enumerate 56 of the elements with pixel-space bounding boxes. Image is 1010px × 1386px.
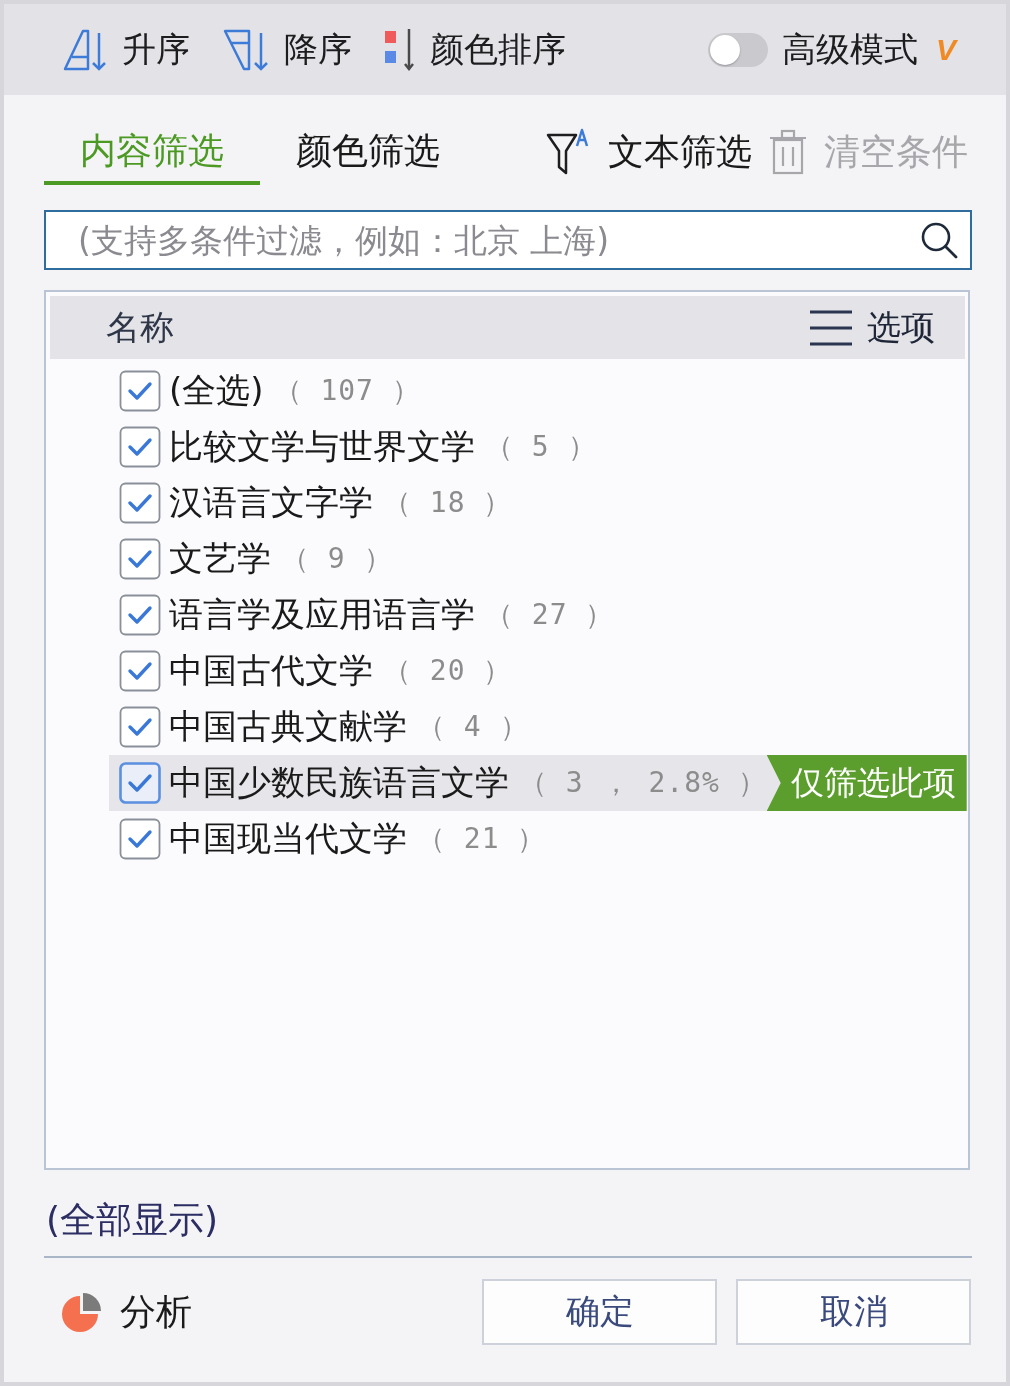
color-sort-button[interactable]: 颜色排序 xyxy=(384,26,566,73)
search-field[interactable]: (支持多条件过滤，例如：北京 上海) xyxy=(44,210,972,270)
descending-sort-button[interactable]: 降序 xyxy=(222,26,352,73)
analysis-button[interactable]: 分析 xyxy=(60,1287,192,1337)
list-row[interactable]: (全选) （ 107 ） xyxy=(109,363,965,419)
search-icon[interactable] xyxy=(920,221,958,259)
list-row[interactable]: 比较文学与世界文学 （ 5 ） xyxy=(109,419,965,475)
item-count: （ 4 ） xyxy=(417,709,529,745)
item-label: 中国古典文献学 xyxy=(169,705,407,748)
item-label: 比较文学与世界文学 xyxy=(169,425,475,468)
ascending-sort-button[interactable]: 升序 xyxy=(62,26,190,73)
checkbox[interactable] xyxy=(119,594,161,636)
tab[interactable]: 颜色筛选 xyxy=(260,107,476,185)
item-label: (全选) xyxy=(169,369,264,412)
item-count: （ 18 ） xyxy=(383,485,513,521)
list-row[interactable]: 中国古代文学 （ 20 ） xyxy=(109,643,965,699)
item-label: 中国少数民族语言文学 xyxy=(169,761,509,804)
confirm-button[interactable]: 确定 xyxy=(482,1279,717,1345)
list-row[interactable]: 中国少数民族语言文学 （ 3 ， 2.8% ） 仅筛选此项 xyxy=(109,755,965,811)
item-count: （ 5 ） xyxy=(485,429,597,465)
trash-icon xyxy=(768,129,808,175)
list-row[interactable]: 语言学及应用语言学 （ 27 ） xyxy=(109,587,965,643)
checkbox[interactable] xyxy=(119,650,161,692)
item-count: （ 20 ） xyxy=(383,653,513,689)
premium-mark: V xyxy=(936,32,956,67)
menu-icon xyxy=(809,309,853,346)
item-label: 汉语言文字学 xyxy=(169,481,373,524)
list-row[interactable]: 汉语言文字学 （ 18 ） xyxy=(109,475,965,531)
list-row[interactable]: 文艺学 （ 9 ） xyxy=(109,531,965,587)
checkbox[interactable] xyxy=(119,818,161,860)
column-header: 名称 xyxy=(106,305,174,349)
list-row[interactable]: 中国古典文献学 （ 4 ） xyxy=(109,699,965,755)
item-label: 文艺学 xyxy=(169,537,271,580)
color-sort-icon xyxy=(384,26,416,73)
item-label: 语言学及应用语言学 xyxy=(169,593,475,636)
text-filter-button[interactable]: 文本筛选 xyxy=(546,127,752,177)
list-row[interactable]: 中国现当代文学 （ 21 ） xyxy=(109,811,965,867)
toggle-switch[interactable] xyxy=(708,32,768,67)
checkbox[interactable] xyxy=(119,482,161,524)
item-count: （ 107 ） xyxy=(273,373,421,409)
checkbox[interactable] xyxy=(119,538,161,580)
show-all-link[interactable]: (全部显示) xyxy=(46,1196,219,1244)
checkbox[interactable] xyxy=(119,426,161,468)
item-count: （ 9 ） xyxy=(281,541,393,577)
item-label: 中国现当代文学 xyxy=(169,817,407,860)
item-label: 中国古代文学 xyxy=(169,649,373,692)
item-count: （ 21 ） xyxy=(417,821,547,857)
advanced-mode-label: 高级模式 xyxy=(782,27,918,71)
options-button[interactable]: 选项 xyxy=(809,304,935,351)
checkbox[interactable] xyxy=(119,706,161,748)
cancel-button[interactable]: 取消 xyxy=(736,1279,971,1345)
item-count: （ 27 ） xyxy=(485,597,615,633)
checkbox[interactable] xyxy=(119,762,161,804)
checkbox[interactable] xyxy=(119,370,161,412)
pie-chart-icon xyxy=(60,1290,104,1334)
item-count: （ 3 ， 2.8% ） xyxy=(519,765,767,801)
